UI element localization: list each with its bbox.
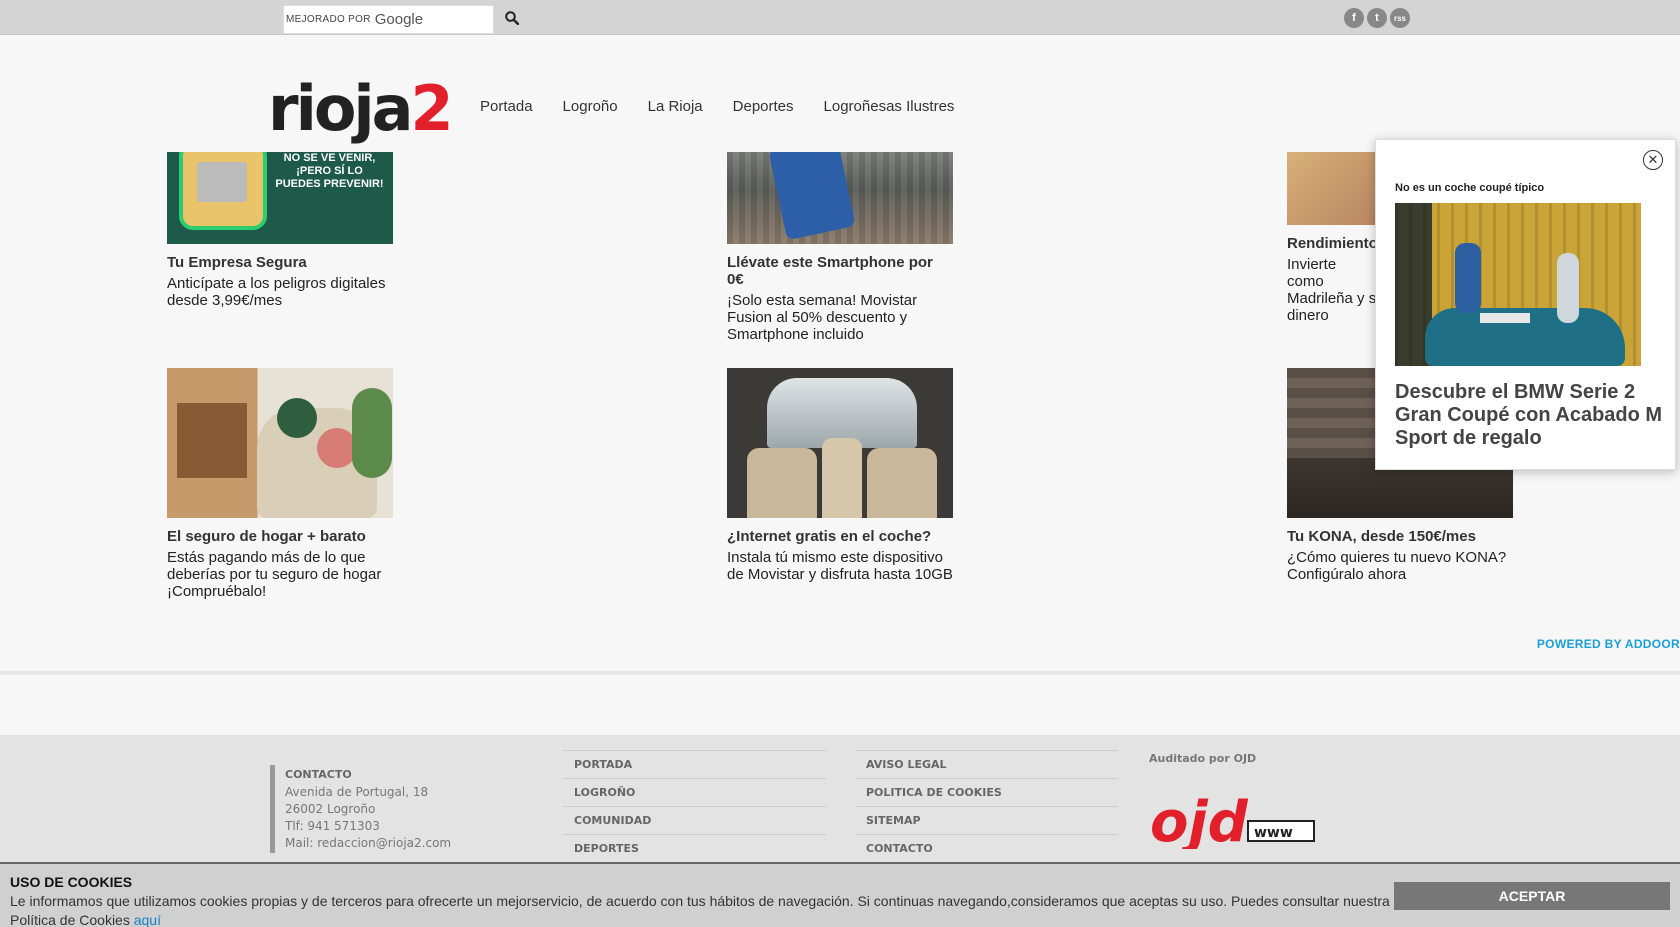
nav-item-logronesas-ilustres[interactable]: Logroñesas Ilustres <box>824 98 955 115</box>
footer-link-contacto[interactable]: CONTACTO <box>855 834 1118 862</box>
search-button[interactable] <box>502 8 522 28</box>
top-bar: MEJORADO POR Google f t rss <box>0 0 1680 35</box>
ad-card-title: Tu KONA, desde 150€/mes <box>1287 528 1476 545</box>
section-divider <box>0 671 1680 675</box>
contact-title: CONTACTO <box>285 768 352 781</box>
ad-card[interactable]: Llévate este Smartphone por 0€ ¡Solo est… <box>727 152 953 343</box>
search-enhanced-label: MEJORADO POR <box>286 14 371 25</box>
ad-card[interactable]: ¿Internet gratis en el coche? Instala tú… <box>727 368 953 583</box>
footer-contact: CONTACTO Avenida de Portugal, 18 26002 L… <box>270 765 451 853</box>
footer-link-aviso-legal[interactable]: AVISO LEGAL <box>855 750 1118 778</box>
footer-links-col1: PORTADA LOGROÑO COMUNIDAD DEPORTES <box>563 750 826 862</box>
cookie-title: USO DE COOKIES <box>10 874 133 890</box>
cookie-policy-link[interactable]: aquí <box>134 912 161 927</box>
popup-sponsor-text: No es un coche coupé típico <box>1395 182 1545 194</box>
footer-link-portada[interactable]: PORTADA <box>563 750 826 778</box>
ad-card-desc: Anticípate a los peligros digitales desd… <box>167 275 386 309</box>
popup-ad[interactable]: ✕ No es un coche coupé típico Descubre e… <box>1375 139 1676 470</box>
site-logo[interactable]: rioja 2 <box>268 72 454 145</box>
footer-link-sitemap[interactable]: SITEMAP <box>855 806 1118 834</box>
contact-city: 26002 Logroño <box>285 802 376 816</box>
ad-card-image: NO SE VE VENIR, ¡PERO SÍ LO PUEDES PREVE… <box>167 152 393 244</box>
search-provider-label: Google <box>374 11 424 28</box>
nav-item-la-rioja[interactable]: La Rioja <box>648 98 703 115</box>
cookie-accept-button[interactable]: ACEPTAR <box>1394 882 1670 910</box>
ad-card-image <box>167 368 393 518</box>
ad-card-image <box>727 368 953 518</box>
ad-card-title: El seguro de hogar + barato <box>167 528 366 545</box>
nav-item-portada[interactable]: Portada <box>480 98 533 115</box>
logo-number: 2 <box>410 72 454 145</box>
ojd-label: Auditado por OJD <box>1149 752 1257 765</box>
cookie-message-text: Le informamos que utilizamos cookies pro… <box>10 893 1390 927</box>
rss-icon[interactable]: rss <box>1390 8 1410 28</box>
ojd-logo[interactable]: ojd www <box>1150 790 1320 855</box>
ad-card-title: Llévate este Smartphone por 0€ <box>727 254 933 288</box>
ad-card-desc: Invierte como Madrileña y s dinero <box>1287 256 1377 324</box>
contact-phone: Tlf: 941 571303 <box>285 819 380 833</box>
ad-card-desc: Estás pagando más de lo que deberías por… <box>167 549 382 600</box>
facebook-icon[interactable]: f <box>1344 8 1364 28</box>
ojd-logo-text: ojd <box>1150 793 1249 849</box>
nav-item-logrono[interactable]: Logroño <box>563 98 618 115</box>
footer-links-col2: AVISO LEGAL POLITICA DE COOKIES SITEMAP … <box>855 750 1118 862</box>
ad-card-image <box>727 152 953 244</box>
ad-card-title: Rendimiento <box>1287 235 1377 252</box>
ad-card-image <box>1287 152 1377 225</box>
main-nav: Portada Logroño La Rioja Deportes Logroñ… <box>465 98 969 115</box>
ad-card[interactable]: NO SE VE VENIR, ¡PERO SÍ LO PUEDES PREVE… <box>167 152 393 309</box>
ad-card-title: Tu Empresa Segura <box>167 254 307 271</box>
cookie-message: Le informamos que utilizamos cookies pro… <box>10 892 1395 927</box>
footer-link-politica-cookies[interactable]: POLITICA DE COOKIES <box>855 778 1118 806</box>
powered-by-link[interactable]: POWERED BY ADDOOR <box>1537 637 1680 651</box>
contact-email[interactable]: Mail: redaccion@rioja2.com <box>285 835 451 852</box>
close-icon[interactable]: ✕ <box>1643 150 1663 170</box>
nav-item-deportes[interactable]: Deportes <box>733 98 794 115</box>
footer-link-comunidad[interactable]: COMUNIDAD <box>563 806 826 834</box>
ad-card[interactable]: El seguro de hogar + barato Estás pagand… <box>167 368 393 600</box>
ad-card-image-overlay-text: NO SE VE VENIR, ¡PERO SÍ LO PUEDES PREVE… <box>275 152 384 190</box>
logo-text: rioja <box>268 72 414 145</box>
footer-link-deportes[interactable]: DEPORTES <box>563 834 826 862</box>
popup-headline[interactable]: Descubre el BMW Serie 2 Gran Coupé con A… <box>1395 381 1671 450</box>
ad-card-title: ¿Internet gratis en el coche? <box>727 528 932 545</box>
cookie-banner: USO DE COOKIES Le informamos que utiliza… <box>0 862 1680 927</box>
ad-card-desc: Instala tú mismo este dispositivo de Mov… <box>727 549 953 583</box>
footer-link-logrono[interactable]: LOGROÑO <box>563 778 826 806</box>
contact-address: Avenida de Portugal, 18 <box>285 785 429 799</box>
ad-card-desc: ¡Solo esta semana! Movistar Fusion al 50… <box>727 292 918 343</box>
twitter-icon[interactable]: t <box>1367 8 1387 28</box>
popup-ad-image <box>1395 203 1641 366</box>
ojd-www-text: www <box>1254 825 1293 841</box>
ad-card-desc: ¿Cómo quieres tu nuevo KONA? Configúralo… <box>1287 549 1507 583</box>
search-icon <box>505 11 519 25</box>
search-input[interactable]: MEJORADO POR Google <box>283 5 494 34</box>
